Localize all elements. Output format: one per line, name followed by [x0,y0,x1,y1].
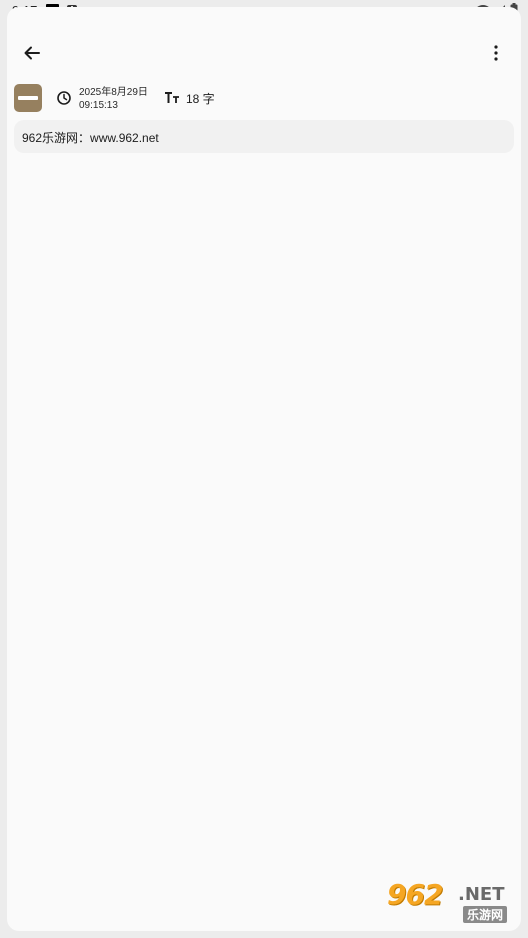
note-content-card[interactable]: 962乐游网：www.962.net [14,120,514,153]
char-count: 18 字 [186,92,215,106]
note-color-button[interactable] [14,84,42,112]
top-app-bar [7,33,521,73]
note-editor: 2025年8月29日 09:15:13 18 字 962乐游网：www.962.… [7,7,521,931]
back-button[interactable] [20,41,44,65]
more-vert-icon [494,45,498,61]
watermark-sub: 乐游网 [463,906,508,923]
watermark-main: 962 [387,878,443,911]
minus-icon [18,96,38,100]
watermark-logo: 962 .NET 乐游网 [383,878,517,928]
note-time: 09:15:13 [79,100,118,111]
text-size-icon [165,92,179,103]
clock-icon [57,91,71,105]
note-meta-row: 2025年8月29日 09:15:13 18 字 [14,84,514,114]
note-content-text[interactable]: 962乐游网：www.962.net [22,129,159,146]
watermark-net: .NET [458,884,505,905]
note-timestamp: 2025年8月29日 09:15:13 [79,86,148,112]
more-options-button[interactable] [484,41,508,65]
arrow-back-icon [24,46,40,60]
note-date: 2025年8月29日 [79,87,148,98]
